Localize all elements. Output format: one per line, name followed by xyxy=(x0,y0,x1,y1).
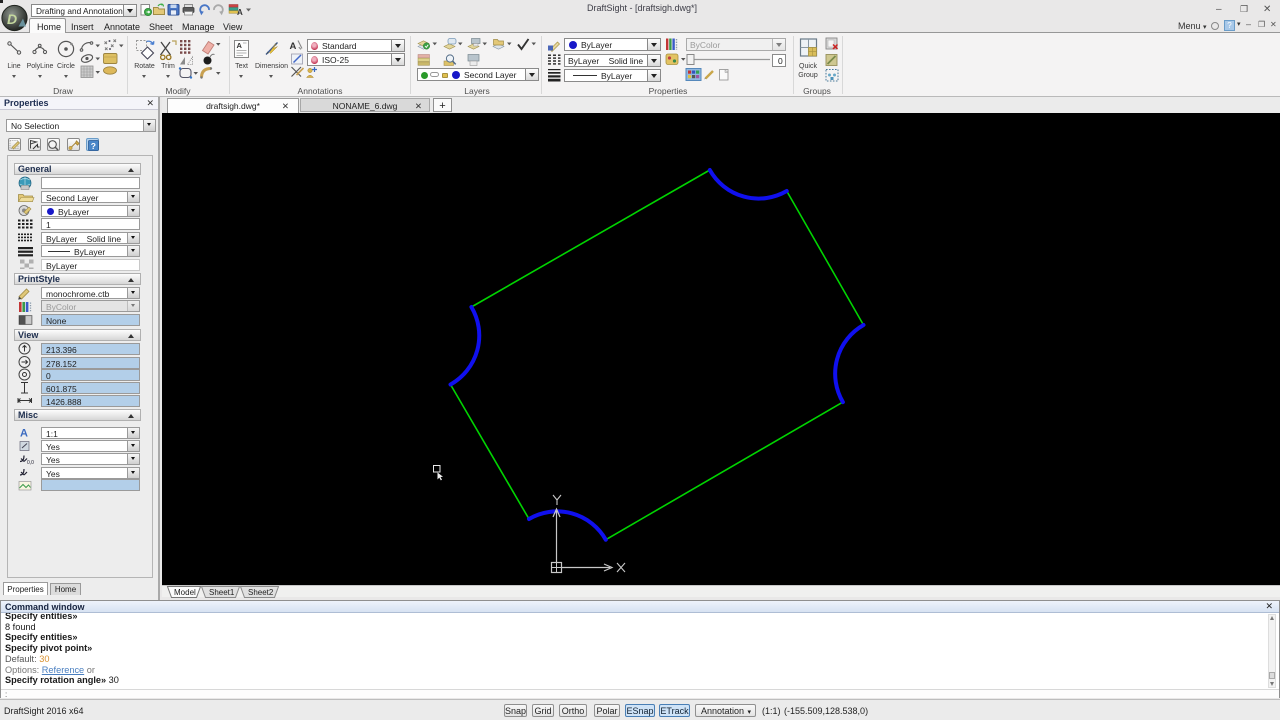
svg-text:Sheet1: Sheet1 xyxy=(209,588,235,597)
svg-text:A: A xyxy=(237,8,243,17)
svg-text:D: D xyxy=(7,11,17,27)
svg-text:A: A xyxy=(237,41,243,50)
svg-text:Sheet2: Sheet2 xyxy=(248,588,274,597)
svg-text:0,0: 0,0 xyxy=(27,460,34,466)
svg-text:A: A xyxy=(290,41,297,52)
svg-text:?: ? xyxy=(91,141,96,151)
svg-text:A: A xyxy=(20,428,28,440)
svg-text:Model: Model xyxy=(174,588,196,597)
